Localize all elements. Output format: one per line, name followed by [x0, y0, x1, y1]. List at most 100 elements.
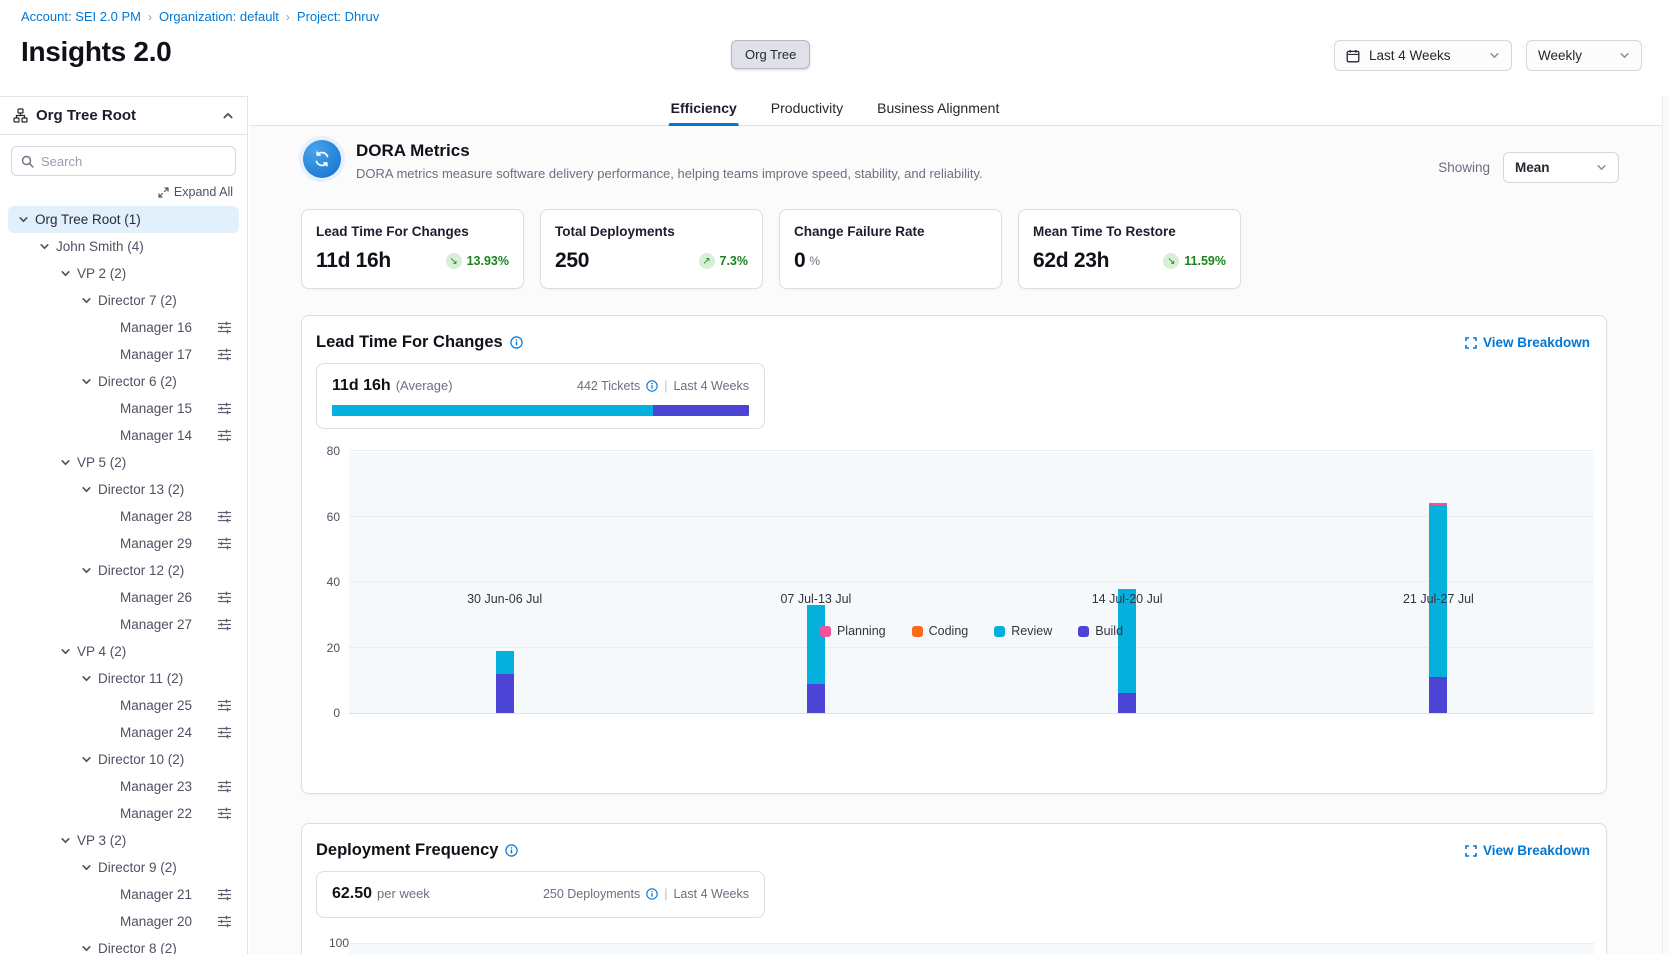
tree-item-manager-15[interactable]: Manager 15 — [8, 395, 239, 422]
y-axis-tick: 0 — [302, 706, 340, 720]
breadcrumb-link[interactable]: Project: Dhruv — [297, 9, 379, 24]
info-icon[interactable] — [646, 888, 658, 900]
tree-item-manager-22[interactable]: Manager 22 — [8, 800, 239, 827]
tree-item-director-12-2-[interactable]: Director 12 (2) — [8, 557, 239, 584]
sliders-icon[interactable] — [217, 537, 232, 550]
deployment-rate: 62.50 — [332, 885, 372, 903]
expand-all-button[interactable]: Expand All — [0, 176, 247, 204]
deployment-view-breakdown[interactable]: View Breakdown — [1465, 843, 1590, 858]
sliders-icon[interactable] — [217, 726, 232, 739]
sliders-icon[interactable] — [217, 888, 232, 901]
sliders-icon[interactable] — [217, 348, 232, 361]
tree-item-label: VP 3 (2) — [77, 833, 126, 848]
gridline — [349, 450, 1594, 451]
tree-item-manager-27[interactable]: Manager 27 — [8, 611, 239, 638]
page-title: Insights 2.0 — [21, 36, 171, 68]
info-icon[interactable] — [646, 380, 658, 392]
tree-item-vp-3-2-[interactable]: VP 3 (2) — [8, 827, 239, 854]
tab-efficiency[interactable]: Efficiency — [669, 96, 739, 126]
tree-item-director-8-2-[interactable]: Director 8 (2) — [8, 935, 239, 954]
chevron-down-icon[interactable] — [81, 943, 92, 954]
divider: | — [664, 379, 667, 393]
metric-label: Lead Time For Changes — [316, 224, 509, 239]
sliders-icon[interactable] — [217, 429, 232, 442]
info-icon[interactable] — [510, 336, 523, 349]
chevron-down-icon[interactable] — [81, 862, 92, 873]
tree-item-manager-25[interactable]: Manager 25 — [8, 692, 239, 719]
tree-item-director-11-2-[interactable]: Director 11 (2) — [8, 665, 239, 692]
search-input[interactable] — [41, 154, 226, 169]
chevron-down-icon[interactable] — [81, 754, 92, 765]
scrollbar-track[interactable] — [1662, 96, 1669, 954]
tree-item-director-9-2-[interactable]: Director 9 (2) — [8, 854, 239, 881]
sliders-icon[interactable] — [217, 591, 232, 604]
chevron-down-icon[interactable] — [81, 484, 92, 495]
breadcrumb-link[interactable]: Account: SEI 2.0 PM — [21, 9, 141, 24]
tree-item-vp-2-2-[interactable]: VP 2 (2) — [8, 260, 239, 287]
date-range-select[interactable]: Last 4 Weeks — [1334, 40, 1512, 71]
tab-business-alignment[interactable]: Business Alignment — [875, 96, 1001, 126]
chevron-down-icon[interactable] — [60, 835, 71, 846]
search-icon — [21, 155, 34, 168]
sliders-icon[interactable] — [217, 807, 232, 820]
tree-item-org-tree-root-1-[interactable]: Org Tree Root (1) — [8, 206, 239, 233]
sliders-icon[interactable] — [217, 915, 232, 928]
lead-time-summary: 11d 16h (Average) 442 Tickets | Last 4 W… — [316, 363, 765, 429]
legend-label: Build — [1095, 624, 1123, 638]
period-label: Last 4 Weeks — [673, 379, 749, 393]
tree-item-manager-26[interactable]: Manager 26 — [8, 584, 239, 611]
breadcrumb-link[interactable]: Organization: default — [159, 9, 279, 24]
tree-item-manager-14[interactable]: Manager 14 — [8, 422, 239, 449]
org-tree-search[interactable] — [11, 146, 236, 176]
tree-item-label: Manager 25 — [120, 698, 192, 713]
chevron-down-icon[interactable] — [39, 241, 50, 252]
tree-item-label: Director 9 (2) — [98, 860, 177, 875]
sliders-icon[interactable] — [217, 699, 232, 712]
tree-item-vp-4-2-[interactable]: VP 4 (2) — [8, 638, 239, 665]
tree-item-manager-20[interactable]: Manager 20 — [8, 908, 239, 935]
sliders-icon[interactable] — [217, 321, 232, 334]
sidebar-collapse-chevron-up-icon[interactable] — [222, 110, 234, 122]
tree-item-director-6-2-[interactable]: Director 6 (2) — [8, 368, 239, 395]
trend-down-arrow-icon: ↘ — [1163, 253, 1179, 269]
lead-time-header: Lead Time For Changes View Breakdown — [302, 316, 1606, 352]
tree-item-manager-23[interactable]: Manager 23 — [8, 773, 239, 800]
info-icon[interactable] — [505, 844, 518, 857]
tree-item-director-13-2-[interactable]: Director 13 (2) — [8, 476, 239, 503]
sliders-icon[interactable] — [217, 780, 232, 793]
expand-all-icon — [158, 187, 169, 198]
tree-item-manager-28[interactable]: Manager 28 — [8, 503, 239, 530]
tree-item-director-10-2-[interactable]: Director 10 (2) — [8, 746, 239, 773]
x-axis-label: 14 Jul-20 Jul — [1092, 592, 1163, 606]
sliders-icon[interactable] — [217, 618, 232, 631]
tree-item-director-7-2-[interactable]: Director 7 (2) — [8, 287, 239, 314]
tree-item-manager-21[interactable]: Manager 21 — [8, 881, 239, 908]
tree-item-manager-29[interactable]: Manager 29 — [8, 530, 239, 557]
chevron-down-icon[interactable] — [81, 295, 92, 306]
chevron-down-icon[interactable] — [81, 376, 92, 387]
tree-item-manager-17[interactable]: Manager 17 — [8, 341, 239, 368]
org-tree-button[interactable]: Org Tree — [731, 40, 810, 69]
tree-item-manager-16[interactable]: Manager 16 — [8, 314, 239, 341]
chevron-down-icon[interactable] — [60, 457, 71, 468]
granularity-value: Weekly — [1538, 48, 1582, 63]
chevron-down-icon[interactable] — [60, 646, 71, 657]
tab-productivity[interactable]: Productivity — [769, 96, 845, 126]
chevron-down-icon — [1489, 50, 1500, 61]
chevron-down-icon[interactable] — [60, 268, 71, 279]
tree-item-label: Director 13 (2) — [98, 482, 184, 497]
chevron-down-icon[interactable] — [18, 214, 29, 225]
sliders-icon[interactable] — [217, 510, 232, 523]
tree-item-john-smith-4-[interactable]: John Smith (4) — [8, 233, 239, 260]
legend-item-build: Build — [1078, 624, 1123, 638]
tree-item-label: Org Tree Root (1) — [35, 212, 141, 227]
chevron-down-icon[interactable] — [81, 673, 92, 684]
tree-item-manager-24[interactable]: Manager 24 — [8, 719, 239, 746]
chart-plot-area — [349, 452, 1594, 714]
sliders-icon[interactable] — [217, 402, 232, 415]
chevron-down-icon[interactable] — [81, 565, 92, 576]
granularity-select[interactable]: Weekly — [1526, 40, 1642, 71]
lead-time-view-breakdown[interactable]: View Breakdown — [1465, 335, 1590, 350]
tree-item-vp-5-2-[interactable]: VP 5 (2) — [8, 449, 239, 476]
showing-select[interactable]: Mean — [1503, 152, 1619, 183]
